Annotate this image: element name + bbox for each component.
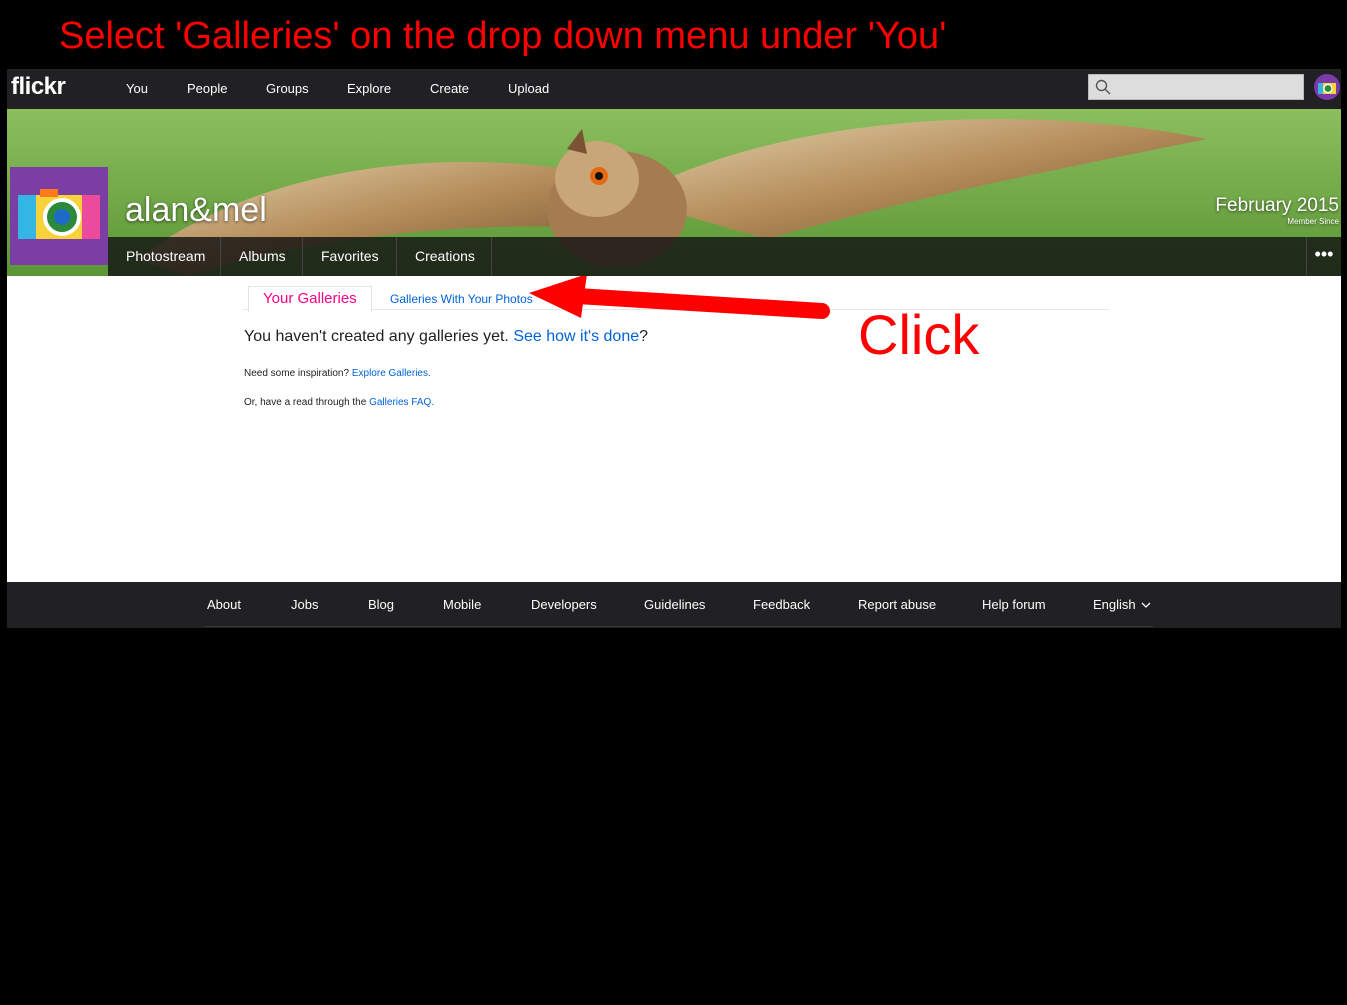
nav-create[interactable]: Create bbox=[430, 81, 469, 96]
footer-feedback[interactable]: Feedback bbox=[753, 597, 810, 612]
footer-mobile[interactable]: Mobile bbox=[443, 597, 481, 612]
tutorial-instruction: Select 'Galleries' on the drop down menu… bbox=[59, 15, 947, 57]
search-icon bbox=[1095, 79, 1111, 95]
annotation-arrow bbox=[529, 276, 830, 319]
screenshot-frame: Select 'Galleries' on the drop down menu… bbox=[7, 8, 1341, 1005]
profile-username: alan&mel bbox=[125, 191, 267, 229]
more-menu-button[interactable]: ••• bbox=[1306, 237, 1341, 276]
page-footer: About Jobs Blog Mobile Developers Guidel… bbox=[7, 582, 1341, 628]
footer-developers[interactable]: Developers bbox=[531, 597, 597, 612]
language-selector[interactable]: English bbox=[1093, 597, 1151, 612]
footer-blog[interactable]: Blog bbox=[368, 597, 394, 612]
profile-subnav: Photostream Albums Favorites Creations •… bbox=[108, 237, 1341, 276]
profile-buddy-icon[interactable] bbox=[10, 167, 108, 265]
subnav-photostream[interactable]: Photostream bbox=[108, 237, 221, 276]
nav-groups[interactable]: Groups bbox=[266, 81, 309, 96]
galleries-content: Your Galleries Galleries With Your Photo… bbox=[7, 276, 1341, 582]
member-since-label: Member Since bbox=[1287, 217, 1339, 226]
footer-report-abuse[interactable]: Report abuse bbox=[858, 597, 936, 612]
flickr-logo[interactable]: flickr bbox=[11, 73, 66, 101]
member-since-date: February 2015 bbox=[1215, 195, 1339, 216]
footer-help-forum[interactable]: Help forum bbox=[982, 597, 1046, 612]
nav-you[interactable]: You bbox=[126, 81, 148, 96]
language-label: English bbox=[1093, 597, 1136, 612]
search-input[interactable] bbox=[1088, 74, 1304, 100]
nav-upload[interactable]: Upload bbox=[508, 81, 549, 96]
annotation-click-label: Click bbox=[858, 303, 980, 366]
member-since: February 2015 Member Since bbox=[1215, 195, 1339, 226]
chevron-down-icon bbox=[1141, 602, 1151, 608]
subnav-albums[interactable]: Albums bbox=[221, 237, 303, 276]
nav-people[interactable]: People bbox=[187, 81, 227, 96]
footer-divider bbox=[205, 626, 1153, 627]
footer-about[interactable]: About bbox=[207, 597, 241, 612]
footer-guidelines[interactable]: Guidelines bbox=[644, 597, 705, 612]
footer-jobs[interactable]: Jobs bbox=[291, 597, 318, 612]
user-avatar[interactable] bbox=[1314, 74, 1340, 100]
subnav-favorites[interactable]: Favorites bbox=[303, 237, 397, 276]
nav-explore[interactable]: Explore bbox=[347, 81, 391, 96]
subnav-creations[interactable]: Creations bbox=[397, 237, 492, 276]
top-nav-bar: flickr You People Groups Explore Create … bbox=[7, 69, 1341, 109]
